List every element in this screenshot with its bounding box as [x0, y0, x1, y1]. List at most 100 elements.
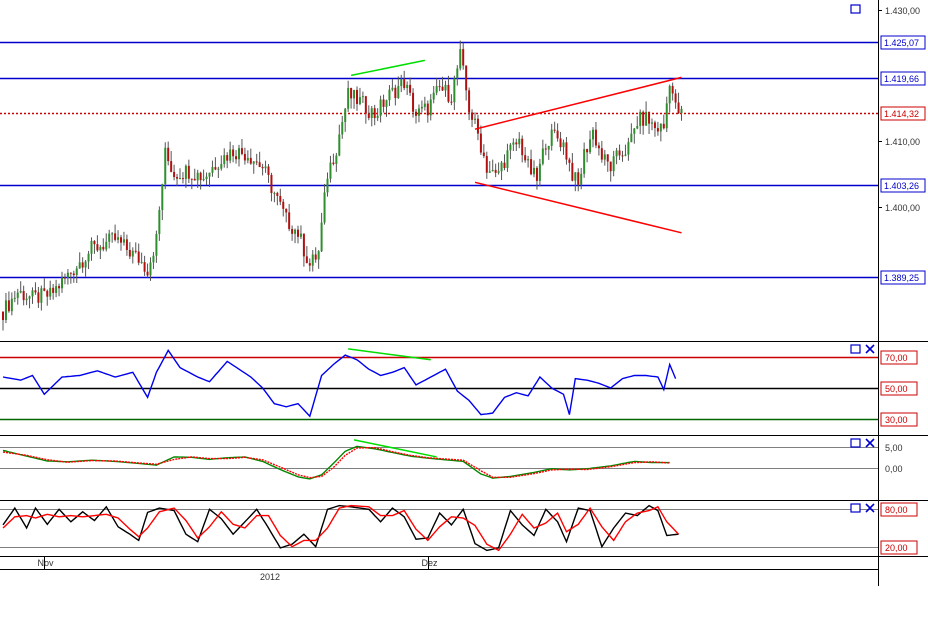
- candle-body: [193, 178, 196, 181]
- candle-body: [84, 261, 87, 268]
- candle-body: [621, 155, 624, 157]
- candle-body: [665, 103, 668, 129]
- candle-body: [173, 171, 176, 178]
- candle-body: [556, 130, 559, 139]
- candle-body: [373, 108, 376, 119]
- candle-body: [503, 162, 506, 168]
- candle-body: [441, 86, 444, 91]
- candle-body: [143, 262, 146, 272]
- candle-body: [485, 156, 488, 173]
- candle-body: [99, 246, 102, 251]
- candle-body: [524, 155, 527, 161]
- candle-body: [438, 86, 441, 88]
- chart-canvas: 1.425,07 1.419,66 1.414,32 1.403,26 1.389,25…: [0, 0, 928, 586]
- close-icon[interactable]: [865, 438, 875, 448]
- candle-body: [111, 233, 114, 235]
- close-icon[interactable]: [865, 344, 875, 354]
- panel-controls-stochastic[interactable]: [850, 503, 875, 513]
- candle-body: [37, 292, 40, 303]
- panel-controls-price[interactable]: [850, 4, 861, 14]
- chart-root: 1.425,07 1.419,66 1.414,32 1.403,26 1.389,25…: [0, 0, 928, 612]
- candle-body: [120, 237, 122, 243]
- x-tick-label: Dez: [422, 558, 439, 568]
- candle-body: [196, 172, 199, 181]
- divergence-line: [350, 59, 426, 77]
- maximize-icon[interactable]: [850, 503, 861, 513]
- candle-body: [273, 192, 276, 194]
- maximize-icon[interactable]: [850, 344, 861, 354]
- candle-body: [122, 239, 125, 243]
- candle-body: [394, 87, 397, 99]
- candle-body: [535, 167, 538, 181]
- candle-body: [550, 129, 553, 146]
- candle-body: [586, 149, 589, 153]
- close-icon[interactable]: [865, 503, 875, 513]
- candle-body: [87, 253, 90, 262]
- candle-body: [184, 165, 187, 179]
- candle-body: [243, 153, 246, 161]
- macd-panel: 5,00 0,00: [0, 443, 903, 480]
- candle-body: [597, 145, 600, 149]
- candle-body: [538, 163, 541, 181]
- y-tick-label: 1.430,00: [885, 6, 920, 16]
- candle-body: [149, 262, 152, 276]
- candle-body: [208, 172, 211, 177]
- candle-body: [376, 115, 379, 119]
- candle-body: [190, 178, 193, 180]
- candle-body: [388, 89, 391, 101]
- candle-body: [609, 161, 612, 172]
- x-year-label: 2012: [260, 572, 280, 582]
- candle-body: [258, 162, 261, 168]
- level-label: 1.414,32: [884, 109, 919, 119]
- candle-body: [25, 298, 28, 301]
- candle-body: [645, 111, 648, 126]
- indicator-series-line: [2, 445, 670, 480]
- panel-controls-rsi[interactable]: [850, 344, 875, 354]
- candle-body: [22, 290, 25, 301]
- indicator-level-label: 5,00: [885, 443, 903, 453]
- candle-body: [288, 212, 291, 229]
- candle-body: [7, 300, 10, 312]
- candle-body: [636, 125, 639, 129]
- candle-body: [403, 79, 406, 89]
- candle-body: [140, 262, 143, 264]
- candle-body: [267, 166, 270, 175]
- candle-body: [577, 172, 580, 185]
- candle-body: [314, 254, 317, 260]
- candle-body: [329, 162, 332, 179]
- x-tick-label: Nov: [38, 558, 55, 568]
- candle-body: [589, 139, 592, 153]
- candle-body: [297, 229, 299, 237]
- candle-body: [131, 250, 134, 257]
- maximize-icon[interactable]: [850, 438, 861, 448]
- maximize-icon[interactable]: [850, 4, 861, 14]
- candle-body: [338, 134, 341, 156]
- candle-body: [311, 254, 314, 266]
- indicator-level-label: 20,00: [885, 543, 908, 553]
- candle-body: [238, 148, 240, 160]
- indicator-series-line: [2, 349, 677, 418]
- candle-body: [34, 290, 37, 293]
- candle-body: [40, 288, 43, 303]
- candle-body: [662, 123, 665, 129]
- candle-body: [291, 228, 294, 234]
- panel-controls-macd[interactable]: [850, 438, 875, 448]
- candle-body: [294, 229, 297, 234]
- candle-body: [66, 272, 69, 278]
- candle-body: [565, 142, 568, 160]
- candle-body: [491, 169, 494, 172]
- candle-body: [465, 65, 468, 91]
- candle-body: [75, 268, 78, 276]
- candle-body: [199, 172, 202, 181]
- candle-body: [255, 161, 258, 163]
- candle-body: [651, 122, 653, 124]
- candle-body: [10, 298, 13, 312]
- candle-body: [406, 84, 409, 89]
- candle-body: [400, 79, 403, 87]
- candle-body: [320, 222, 323, 252]
- candle-body: [164, 147, 167, 185]
- candle-body: [264, 166, 267, 169]
- candle-body: [205, 176, 208, 179]
- candle-body: [409, 84, 412, 93]
- candle-body: [450, 101, 453, 103]
